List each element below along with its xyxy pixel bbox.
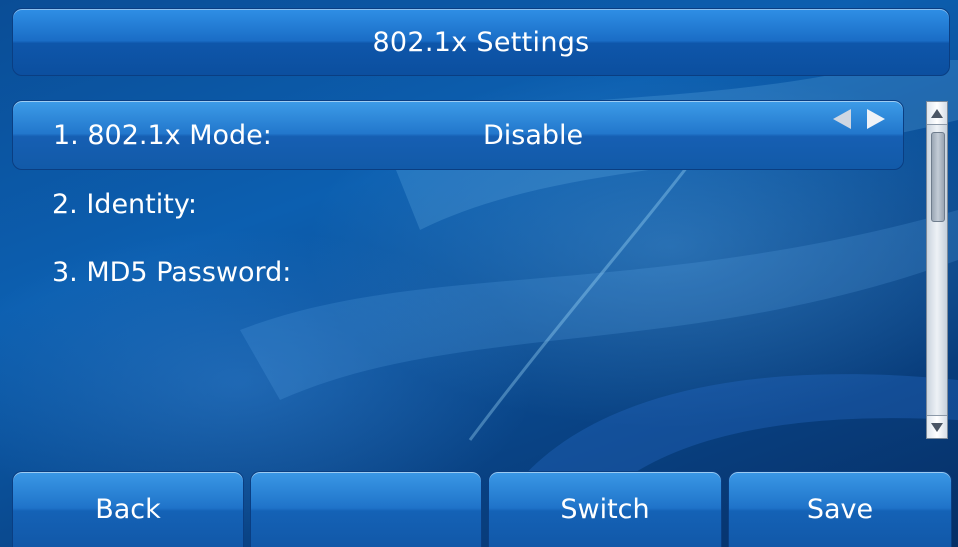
softkey-bar: Back Switch Save	[12, 471, 958, 547]
setting-row-identity[interactable]: 2. Identity:	[12, 170, 904, 238]
scrollbar[interactable]	[926, 101, 948, 439]
arrow-right-icon[interactable]	[867, 109, 885, 129]
value-switcher[interactable]	[833, 109, 885, 129]
setting-value: Disable	[483, 119, 584, 151]
scroll-thumb[interactable]	[931, 132, 945, 222]
phone-screen: 802.1x Settings 1. 802.1x Mode: Disable …	[0, 0, 958, 547]
settings-list: 1. 802.1x Mode: Disable 2. Identity: 3. …	[12, 100, 904, 306]
scroll-down-icon	[931, 422, 943, 432]
switch-softkey[interactable]: Switch	[488, 471, 722, 547]
scroll-down-button[interactable]	[927, 415, 947, 438]
save-softkey[interactable]: Save	[728, 471, 952, 547]
setting-label: 1. 802.1x Mode:	[53, 119, 272, 151]
empty-softkey[interactable]	[250, 471, 482, 547]
setting-row-8021x-mode[interactable]: 1. 802.1x Mode: Disable	[12, 100, 904, 170]
setting-row-md5-password[interactable]: 3. MD5 Password:	[12, 238, 904, 306]
setting-label: 3. MD5 Password:	[52, 256, 292, 288]
page-title: 802.1x Settings	[372, 26, 590, 58]
scroll-up-icon	[931, 108, 943, 118]
arrow-left-icon[interactable]	[833, 109, 851, 129]
title-bar: 802.1x Settings	[12, 8, 950, 76]
scroll-up-button[interactable]	[927, 102, 947, 125]
back-softkey[interactable]: Back	[12, 471, 244, 547]
setting-label: 2. Identity:	[52, 188, 197, 220]
